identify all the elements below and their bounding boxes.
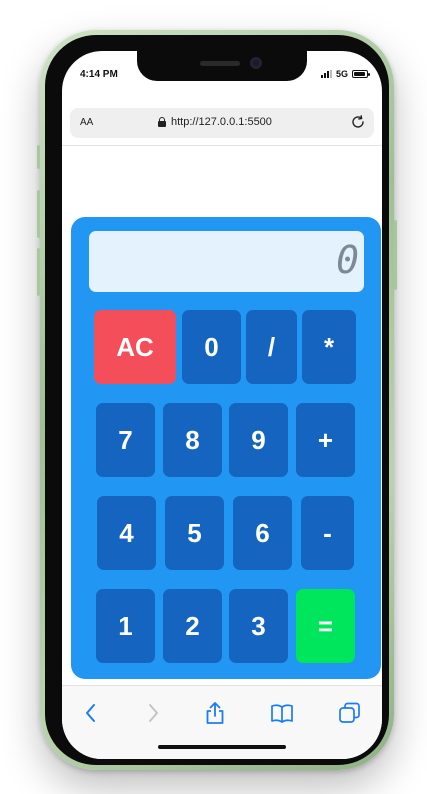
- power-button: [394, 220, 397, 290]
- plus-button[interactable]: +: [296, 403, 355, 477]
- speaker-icon: [200, 61, 240, 66]
- battery-icon: [352, 70, 370, 78]
- multiply-button[interactable]: *: [302, 310, 356, 384]
- status-time: 4:14 PM: [80, 69, 118, 80]
- signal-icon: [320, 70, 332, 78]
- text-size-button[interactable]: AA: [80, 117, 93, 128]
- key-3[interactable]: 3: [229, 589, 288, 663]
- phone-bezel: 4:14 PM 5G AA http://127.0.0.1:5500 0 AC…: [45, 35, 389, 765]
- equals-button[interactable]: =: [296, 589, 355, 663]
- status-indicators: 5G: [320, 69, 370, 79]
- key-0[interactable]: 0: [182, 310, 241, 384]
- key-2[interactable]: 2: [163, 589, 222, 663]
- network-label: 5G: [335, 69, 348, 79]
- share-icon[interactable]: [202, 700, 228, 726]
- key-1[interactable]: 1: [96, 589, 155, 663]
- key-6[interactable]: 6: [233, 496, 292, 570]
- calculator: 0 AC 0 / * 7 8 9 + 4 5 6 - 1 2 3 =: [71, 217, 381, 679]
- page: 4:14 PM 5G AA http://127.0.0.1:5500 0 AC…: [0, 0, 427, 794]
- minus-button[interactable]: -: [301, 496, 354, 570]
- tabs-icon[interactable]: [337, 700, 363, 726]
- url-field[interactable]: http://127.0.0.1:5500: [158, 116, 272, 128]
- clear-button[interactable]: AC: [94, 310, 176, 384]
- volume-up-button: [37, 190, 40, 238]
- address-divider: [62, 145, 382, 146]
- camera-icon: [250, 57, 262, 69]
- key-9[interactable]: 9: [229, 403, 288, 477]
- key-8[interactable]: 8: [163, 403, 222, 477]
- home-indicator[interactable]: [158, 745, 286, 749]
- divide-button[interactable]: /: [246, 310, 297, 384]
- phone-screen: 4:14 PM 5G AA http://127.0.0.1:5500 0 AC…: [62, 51, 382, 759]
- volume-down-button: [37, 248, 40, 296]
- mute-switch: [37, 145, 40, 169]
- lock-icon: [158, 117, 166, 127]
- reload-icon[interactable]: [350, 114, 366, 130]
- calculator-display: 0: [89, 231, 364, 292]
- chevron-right-icon[interactable]: [140, 700, 166, 726]
- address-bar[interactable]: AA http://127.0.0.1:5500: [70, 108, 374, 138]
- key-5[interactable]: 5: [165, 496, 224, 570]
- book-icon[interactable]: [269, 700, 295, 726]
- phone-frame: 4:14 PM 5G AA http://127.0.0.1:5500 0 AC…: [37, 30, 397, 770]
- url-text: http://127.0.0.1:5500: [171, 116, 272, 128]
- key-4[interactable]: 4: [97, 496, 156, 570]
- key-7[interactable]: 7: [96, 403, 155, 477]
- chevron-left-icon[interactable]: [78, 700, 104, 726]
- display-value: 0: [336, 238, 360, 282]
- notch: [137, 51, 307, 81]
